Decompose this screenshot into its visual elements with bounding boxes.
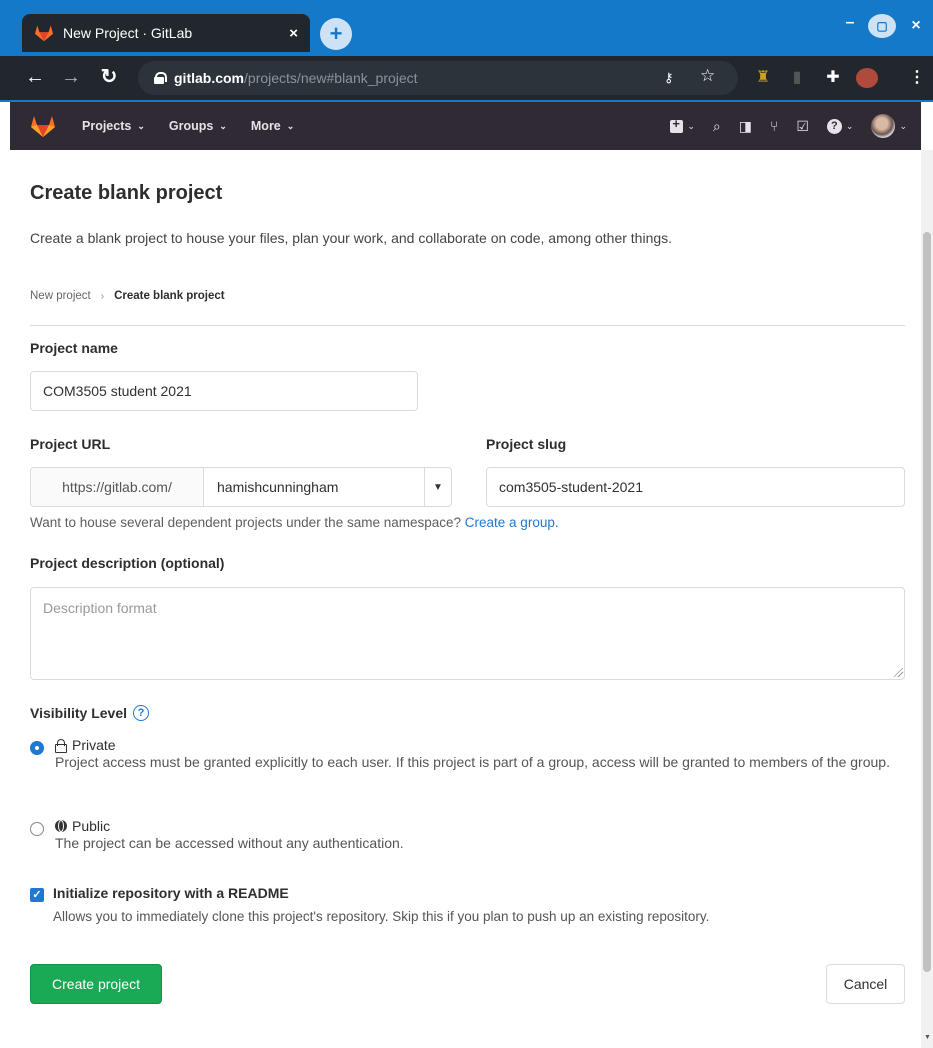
browser-toolbar: ← → ↻ gitlab.com/projects/new#blank_proj… <box>0 56 933 102</box>
menu-icon[interactable]: ⋮ <box>906 68 928 88</box>
readme-description: Allows you to immediately clone this pro… <box>53 909 710 924</box>
new-tab-button[interactable]: + <box>320 18 352 50</box>
public-radio[interactable] <box>30 822 44 836</box>
extension-icon[interactable]: ▮ <box>786 68 808 88</box>
window-minimize-button[interactable]: – <box>836 14 864 38</box>
nav-more-label: More <box>250 119 281 133</box>
lock-icon <box>55 738 67 753</box>
create-project-button[interactable]: Create project <box>30 964 162 1004</box>
nav-groups-label: Groups <box>168 119 214 133</box>
scrollbar-thumb[interactable] <box>923 232 931 972</box>
puzzle-icon[interactable]: ✚ <box>822 68 844 88</box>
extension-icon[interactable]: ♜ <box>752 68 774 88</box>
project-name-label: Project name <box>30 340 118 356</box>
project-url-prefix: https://gitlab.com/ <box>31 468 204 506</box>
forward-icon[interactable]: → <box>58 64 84 90</box>
namespace-select[interactable]: hamishcunningham <box>204 468 425 506</box>
new-item-icon[interactable]: ⌄ <box>670 116 695 133</box>
chevron-down-icon: ⌄ <box>219 120 227 131</box>
readme-label: Initialize repository with a README <box>53 885 289 901</box>
user-avatar-icon[interactable]: ⌄ <box>871 114 907 138</box>
merge-requests-icon[interactable]: ⑂ <box>770 118 778 134</box>
page-subtitle: Create a blank project to house your fil… <box>30 230 673 246</box>
breadcrumb-new-project[interactable]: New project <box>30 290 91 302</box>
browser-tab-strip: New Project · GitLab × + – ▢ × <box>0 0 933 56</box>
resize-grip-icon[interactable] <box>894 668 903 677</box>
project-url-group: https://gitlab.com/ hamishcunningham ▼ <box>30 467 452 507</box>
private-description: Project access must be granted explicitl… <box>55 754 890 770</box>
browser-tab[interactable]: New Project · GitLab × <box>22 14 310 52</box>
gitlab-top-navbar: Projects ⌄ Groups ⌄ More ⌄ ⌄ ⌕ ◨ ⑂ ☑ ?⌄ … <box>10 102 921 150</box>
readme-option[interactable]: ✓ Initialize repository with a README Al… <box>30 885 709 924</box>
chevron-down-icon[interactable]: ▼ <box>425 468 451 506</box>
tab-close-icon[interactable]: × <box>289 25 298 42</box>
visibility-option-public[interactable]: Public The project can be accessed witho… <box>30 818 404 854</box>
star-icon[interactable]: ☆ <box>700 66 715 86</box>
help-icon[interactable]: ? ⌄ <box>826 118 853 134</box>
breadcrumb-separator-icon: › <box>100 290 105 302</box>
divider <box>30 325 905 326</box>
nav-groups-menu[interactable]: Groups ⌄ <box>169 119 227 133</box>
nav-projects-label: Projects <box>82 119 132 133</box>
gitlab-logo-icon[interactable] <box>30 114 56 138</box>
namespace-help-text: Want to house several dependent projects… <box>30 515 559 530</box>
breadcrumb: New project › Create blank project <box>30 290 225 302</box>
nav-icon-group: ⌄ ⌕ ◨ ⑂ ☑ ?⌄ ⌄ <box>652 102 907 150</box>
url-host: gitlab.com <box>174 70 245 86</box>
chevron-down-icon: ⌄ <box>137 120 145 131</box>
nav-projects-menu[interactable]: Projects ⌄ <box>82 119 145 133</box>
profile-icon[interactable] <box>856 68 878 88</box>
page-title: Create blank project <box>30 182 223 204</box>
window-maximize-button[interactable]: ▢ <box>868 14 896 38</box>
project-description-textarea[interactable] <box>30 587 905 680</box>
namespace-help-copy: Want to house several dependent projects… <box>30 515 465 530</box>
cancel-button[interactable]: Cancel <box>826 964 905 1004</box>
address-bar[interactable]: gitlab.com/projects/new#blank_project <box>138 61 738 95</box>
project-url-label: Project URL <box>30 436 111 452</box>
readme-checkbox[interactable]: ✓ <box>30 888 44 902</box>
tab-title: New Project · GitLab <box>63 25 193 41</box>
url-path: /projects/new#blank_project <box>244 70 418 86</box>
chevron-down-icon: ⌄ <box>286 120 295 131</box>
public-description: The project can be accessed without any … <box>55 835 404 851</box>
todos-icon[interactable]: ☑ <box>796 118 809 135</box>
reload-icon[interactable]: ↻ <box>96 64 122 90</box>
nav-more-menu[interactable]: More ⌄ <box>251 119 294 133</box>
window-close-button[interactable]: × <box>902 14 930 38</box>
back-icon[interactable]: ← <box>22 64 48 90</box>
search-icon[interactable]: ⌕ <box>713 118 721 135</box>
gitlab-favicon-icon <box>35 25 53 42</box>
visibility-level-label: Visibility Level <box>30 705 128 721</box>
create-group-link[interactable]: Create a group. <box>465 515 559 530</box>
breadcrumb-current: Create blank project <box>114 290 225 302</box>
visibility-option-private[interactable]: Private Project access must be granted e… <box>30 737 905 773</box>
key-icon[interactable]: ⚷ <box>664 70 674 86</box>
project-name-input[interactable] <box>30 371 418 411</box>
globe-icon <box>55 820 67 832</box>
visibility-level-heading: Visibility Level ? <box>30 705 150 721</box>
project-slug-input[interactable] <box>486 467 905 507</box>
private-radio[interactable] <box>30 741 44 755</box>
project-description-label: Project description (optional) <box>30 555 225 571</box>
scroll-down-arrow-icon[interactable]: ▼ <box>924 1034 931 1041</box>
issues-icon[interactable]: ◨ <box>739 118 752 135</box>
lock-icon[interactable] <box>154 72 167 84</box>
project-slug-label: Project slug <box>486 436 567 452</box>
create-project-page: Create blank project Create a blank proj… <box>10 150 921 1048</box>
question-icon[interactable]: ? <box>133 705 150 721</box>
